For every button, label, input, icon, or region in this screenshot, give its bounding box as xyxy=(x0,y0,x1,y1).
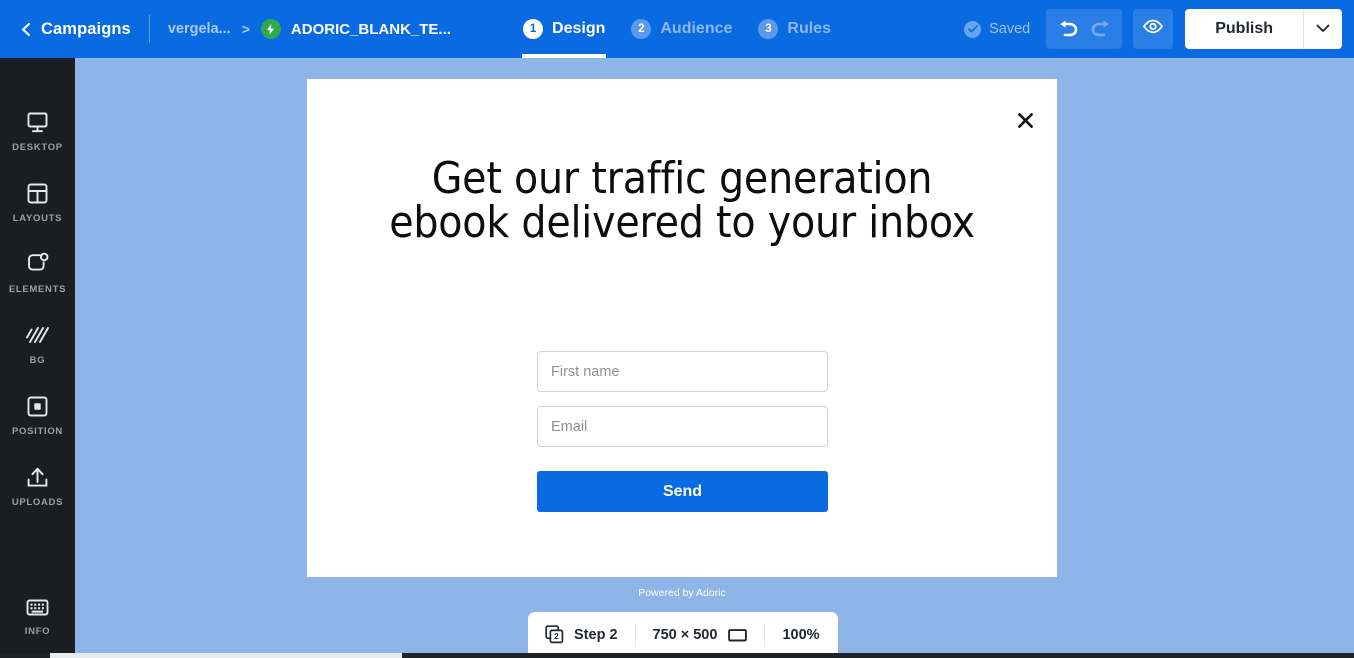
tab-audience[interactable]: 2 Audience xyxy=(618,0,745,58)
top-header: Campaigns vergela... > ADORIC_BLANK_TE..… xyxy=(0,0,1354,58)
first-name-input[interactable] xyxy=(537,351,828,392)
sidebar-item-position-label: POSITION xyxy=(12,426,63,437)
sidebar-item-info[interactable]: INFO xyxy=(0,592,75,637)
publish-dropdown-button[interactable] xyxy=(1304,9,1342,49)
scrollbar-thumb[interactable] xyxy=(50,653,402,658)
publish-control: Publish xyxy=(1185,9,1342,49)
layers-copy-icon: 2 xyxy=(545,625,565,645)
redo-arrow-icon[interactable] xyxy=(1084,12,1118,46)
elements-shape-icon xyxy=(25,250,50,276)
sidebar-item-info-label: INFO xyxy=(24,626,51,637)
hatch-pattern-icon xyxy=(25,321,50,347)
step-number-3: 3 xyxy=(758,19,779,39)
chevron-down-icon xyxy=(1316,20,1330,38)
svg-text:2: 2 xyxy=(554,631,559,641)
check-circle-icon xyxy=(964,20,982,38)
powered-by-label: Powered by Adoric xyxy=(638,587,726,599)
header-breadcrumb-area: Campaigns vergela... > ADORIC_BLANK_TE..… xyxy=(0,0,451,58)
sidebar-item-bg-label: BG xyxy=(29,355,46,366)
publish-button[interactable]: Publish xyxy=(1185,9,1303,49)
sidebar-item-bg[interactable]: BG xyxy=(0,321,75,366)
monitor-icon xyxy=(25,108,50,134)
sidebar-item-elements-label: ELEMENTS xyxy=(8,284,67,295)
popup-title[interactable]: Get our traffic generation ebook deliver… xyxy=(307,157,1057,245)
zoom-control[interactable]: 100% xyxy=(765,612,836,658)
editor-window: Campaigns vergela... > ADORIC_BLANK_TE..… xyxy=(0,0,1354,658)
step-number-1: 1 xyxy=(523,19,544,39)
send-button[interactable]: Send xyxy=(537,471,828,512)
campaigns-link[interactable]: Campaigns xyxy=(41,20,131,39)
tab-design[interactable]: 1 Design xyxy=(510,0,618,58)
horizontal-scrollbar[interactable] xyxy=(0,653,1354,658)
popup-form: Send xyxy=(537,351,828,512)
tab-rules[interactable]: 3 Rules xyxy=(745,0,844,58)
step-label: Step 2 xyxy=(574,627,618,643)
sidebar-item-elements[interactable]: ELEMENTS xyxy=(0,250,75,295)
undo-redo-group xyxy=(1046,9,1123,49)
tab-rules-label: Rules xyxy=(787,20,831,37)
canvas-dimensions-label: 750 × 500 xyxy=(652,627,718,643)
step-number-2: 2 xyxy=(631,19,652,39)
sidebar-item-layouts-label: LAYOUTS xyxy=(12,213,63,224)
popup-preview[interactable]: Get our traffic generation ebook deliver… xyxy=(307,79,1057,577)
email-input[interactable] xyxy=(537,406,828,447)
popup-title-line-1: Get our traffic generation xyxy=(431,153,933,204)
upload-arrow-icon xyxy=(25,463,50,489)
header-actions: Saved Publish xyxy=(964,0,1354,58)
preview-button[interactable] xyxy=(1133,9,1174,49)
sidebar-item-desktop[interactable]: DESKTOP xyxy=(0,108,75,153)
breadcrumb-separator-icon: > xyxy=(241,21,250,37)
step-selector[interactable]: 2 Step 2 xyxy=(528,612,635,658)
tab-audience-label: Audience xyxy=(660,20,733,37)
keyboard-info-icon xyxy=(25,592,50,618)
eye-icon xyxy=(1142,19,1164,39)
design-canvas[interactable]: Get our traffic generation ebook deliver… xyxy=(75,58,1354,654)
rectangle-icon[interactable] xyxy=(728,628,748,642)
tab-design-label: Design xyxy=(552,20,606,37)
zoom-level-label: 100% xyxy=(782,627,820,643)
popup-title-line-2: ebook delivered to your inbox xyxy=(389,197,975,248)
status-badge-saved: Saved xyxy=(964,20,1031,38)
undo-arrow-icon[interactable] xyxy=(1050,12,1084,46)
breadcrumb-current[interactable]: ADORIC_BLANK_TE... xyxy=(291,21,451,38)
close-x-icon[interactable] xyxy=(1014,109,1036,131)
layout-grid-icon xyxy=(26,179,49,205)
sidebar-item-desktop-label: DESKTOP xyxy=(12,142,63,153)
sidebar-item-uploads-label: UPLOADS xyxy=(11,497,64,508)
lightning-bolt-icon xyxy=(260,19,281,39)
canvas-bottom-toolbar: 2 Step 2 750 × 500 100% xyxy=(528,612,838,658)
saved-label: Saved xyxy=(989,21,1031,37)
sidebar-item-layouts[interactable]: LAYOUTS xyxy=(0,179,75,224)
canvas-size-control[interactable]: 750 × 500 xyxy=(636,612,765,658)
header-divider xyxy=(148,15,150,43)
sidebar-item-position[interactable]: POSITION xyxy=(0,392,75,437)
position-square-icon xyxy=(26,392,49,418)
chevron-left-icon[interactable] xyxy=(16,20,34,38)
left-sidebar: DESKTOP LAYOUTS ELEMENTS BG POSITION UPL… xyxy=(0,58,75,658)
breadcrumb-parent[interactable]: vergela... xyxy=(168,21,231,37)
sidebar-item-uploads[interactable]: UPLOADS xyxy=(0,463,75,508)
